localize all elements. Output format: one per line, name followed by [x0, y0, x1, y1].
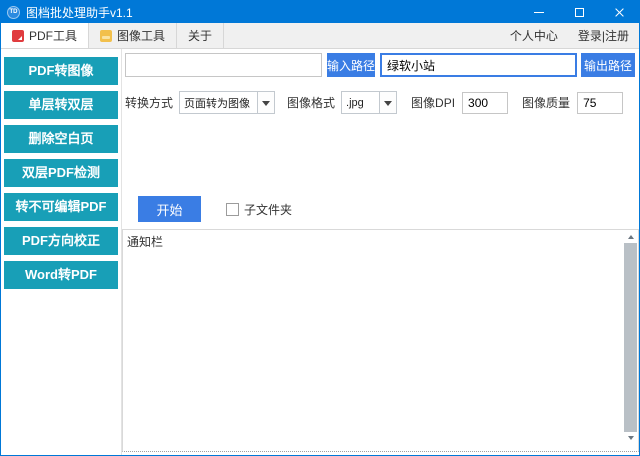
subfolder-checkbox[interactable]: [226, 203, 239, 216]
image-quality-label: 图像质量: [522, 94, 570, 111]
tab-image-tools[interactable]: 图像工具: [89, 23, 177, 48]
arrow-up-icon: [628, 232, 634, 239]
login-register-link[interactable]: 登录|注册: [578, 27, 629, 44]
convert-mode-select[interactable]: 页面转为图像: [179, 91, 275, 114]
input-path-button[interactable]: 输入路径: [327, 53, 375, 77]
sidebar-item-word-to-pdf[interactable]: Word转PDF: [4, 261, 118, 289]
sidebar-item-delete-blank-pages[interactable]: 删除空白页: [4, 125, 118, 153]
scrollbar-thumb[interactable]: [624, 243, 637, 432]
start-button[interactable]: 开始: [138, 196, 201, 222]
sidebar-item-double-layer-pdf-detect[interactable]: 双层PDF检测: [4, 159, 118, 187]
tab-label: PDF工具: [29, 27, 77, 44]
app-logo-icon: TD: [7, 6, 20, 19]
sidebar-item-to-non-editable-pdf[interactable]: 转不可编辑PDF: [4, 193, 118, 221]
image-format-label: 图像格式: [287, 94, 335, 111]
scroll-down-button[interactable]: [624, 432, 637, 444]
sidebar-item-pdf-orientation-fix[interactable]: PDF方向校正: [4, 227, 118, 255]
content-area: PDF转图像 单层转双层 删除空白页 双层PDF检测 转不可编辑PDF PDF方…: [1, 49, 639, 455]
sidebar-item-pdf-to-image[interactable]: PDF转图像: [4, 57, 118, 85]
minimize-button[interactable]: [519, 1, 559, 23]
tab-bar: PDF工具 图像工具 关于 个人中心 登录|注册: [1, 23, 639, 49]
notification-area[interactable]: 通知栏: [122, 229, 639, 452]
image-dpi-label: 图像DPI: [411, 94, 455, 111]
chevron-down-icon[interactable]: [257, 92, 274, 113]
settings-row: 转换方式 页面转为图像 图像格式 .jpg 图像DPI 图像质量: [125, 91, 637, 114]
path-row: 输入路径 输出路径: [125, 53, 637, 77]
sidebar: PDF转图像 单层转双层 删除空白页 双层PDF检测 转不可编辑PDF PDF方…: [1, 49, 122, 455]
sidebar-item-single-to-double-layer[interactable]: 单层转双层: [4, 91, 118, 119]
convert-mode-label: 转换方式: [125, 94, 173, 111]
image-dpi-field[interactable]: [462, 92, 508, 114]
tab-label: 关于: [188, 27, 212, 44]
window-controls: [519, 1, 639, 23]
scroll-up-button[interactable]: [624, 231, 637, 243]
close-button[interactable]: [599, 1, 639, 23]
image-file-icon: [100, 30, 112, 42]
tab-about[interactable]: 关于: [177, 23, 224, 48]
input-path-field[interactable]: [125, 53, 322, 77]
image-format-value: .jpg: [342, 92, 368, 113]
account-links: 个人中心 登录|注册: [510, 23, 639, 48]
chevron-down-icon[interactable]: [379, 92, 396, 113]
output-path-field[interactable]: [380, 53, 577, 77]
start-row: 开始 子文件夹: [138, 196, 292, 222]
tab-pdf-tools[interactable]: PDF工具: [1, 23, 89, 48]
minimize-icon: [534, 12, 544, 13]
output-path-button[interactable]: 输出路径: [581, 53, 635, 77]
notification-label: 通知栏: [123, 230, 638, 253]
tab-label: 图像工具: [117, 27, 165, 44]
personal-center-link[interactable]: 个人中心: [510, 27, 558, 44]
app-window: TD 图档批处理助手v1.1 PDF工具 图像工具 关于 个人中心: [0, 0, 640, 456]
image-quality-field[interactable]: [577, 92, 623, 114]
subfolder-label: 子文件夹: [244, 201, 292, 218]
convert-mode-value: 页面转为图像: [180, 92, 254, 113]
maximize-icon: [575, 8, 584, 17]
main-panel: 输入路径 输出路径 转换方式 页面转为图像 图像格式 .jpg: [122, 49, 639, 455]
maximize-button[interactable]: [559, 1, 599, 23]
titlebar[interactable]: TD 图档批处理助手v1.1: [1, 1, 639, 23]
window-title: 图档批处理助手v1.1: [26, 4, 133, 21]
close-icon: [614, 7, 625, 18]
pdf-file-icon: [12, 30, 24, 42]
image-format-select[interactable]: .jpg: [341, 91, 397, 114]
vertical-scrollbar[interactable]: [624, 231, 637, 444]
arrow-down-icon: [628, 436, 634, 443]
